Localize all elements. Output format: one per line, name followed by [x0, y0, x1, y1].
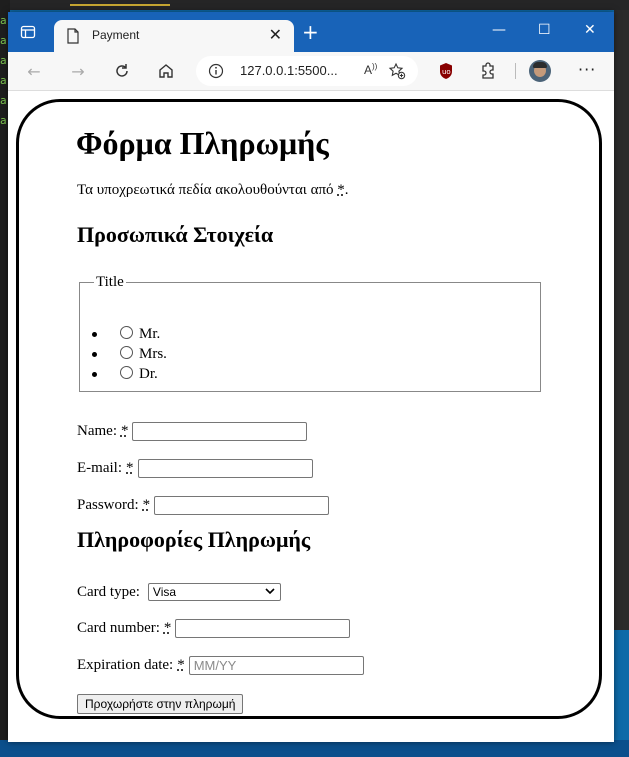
personal-section-heading: Προσωπικά Στοιχεία [77, 222, 274, 247]
card-number-row: Card number: * [77, 619, 351, 638]
name-input[interactable] [132, 422, 308, 441]
page-viewport: Φόρμα Πληρωμής Τα υποχρεωτικά πεδία ακολ… [8, 91, 614, 742]
maximize-icon[interactable]: ☐ [538, 22, 551, 38]
required-mark: * [142, 497, 151, 513]
password-row: Password: * [77, 496, 330, 515]
browser-window: Payment ✕ + — ☐ ✕ ← → 127.0.0.1:5500... … [8, 12, 614, 742]
expiration-label: Expiration date: [77, 657, 174, 673]
required-note: Τα υποχρεωτικά πεδία ακολουθούνται από *… [77, 182, 349, 198]
title-legend: Title [96, 274, 124, 290]
back-icon[interactable]: ← [24, 61, 44, 81]
new-tab-icon[interactable]: + [302, 22, 319, 42]
title-options: Mr. Mrs. Dr. [92, 325, 167, 385]
radio-mrs[interactable] [120, 346, 133, 359]
svg-text:uo: uo [442, 68, 451, 76]
radio-dr[interactable] [120, 366, 133, 379]
title-option-mr: Mr. [92, 325, 167, 345]
password-label: Password: [77, 497, 139, 513]
email-label: E-mail: [77, 460, 122, 476]
refresh-icon[interactable] [112, 61, 132, 81]
required-mark: * [337, 182, 345, 198]
page-title: Φόρμα Πληρωμής [76, 125, 329, 161]
site-info-icon[interactable] [208, 63, 224, 84]
tab-payment[interactable]: Payment ✕ [54, 20, 294, 52]
background-window-edge [614, 10, 629, 630]
email-input[interactable] [137, 459, 313, 478]
payment-section-heading: Πληροφορίες Πληρωμής [77, 527, 311, 552]
name-label: Name: [77, 423, 117, 439]
card-type-row: Card type: Visa [77, 583, 281, 601]
browser-toolbar: ← → 127.0.0.1:5500... A)) uo ··· [8, 52, 614, 91]
page-icon [66, 28, 80, 49]
required-mark: * [163, 620, 172, 636]
tab-actions-icon[interactable] [20, 24, 36, 40]
desktop-background [0, 740, 629, 757]
required-mark: * [120, 423, 129, 439]
tab-title: Payment [92, 28, 140, 42]
password-input[interactable] [154, 496, 330, 515]
card-number-input[interactable] [175, 619, 351, 638]
more-menu-icon[interactable]: ··· [578, 60, 596, 79]
title-option-dr: Dr. [92, 365, 167, 385]
card-number-label: Card number: [77, 620, 160, 636]
read-aloud-icon[interactable]: A)) [364, 62, 377, 77]
minimize-icon[interactable]: — [492, 22, 506, 38]
ublock-icon[interactable]: uo [436, 61, 456, 81]
title-fieldset: Title Mr. Mrs. Dr. [79, 274, 541, 392]
home-icon[interactable] [156, 61, 176, 81]
chevron-down-icon [265, 584, 275, 602]
profile-avatar[interactable] [529, 60, 551, 82]
required-mark: * [126, 460, 134, 476]
expiration-row: Expiration date: * MM/YY [77, 656, 364, 675]
url-text: 127.0.0.1:5500... [240, 63, 338, 78]
card-type-label: Card type: [77, 583, 140, 600]
background-editor-tabbar [10, 0, 629, 10]
address-bar[interactable]: 127.0.0.1:5500... A)) [196, 56, 418, 86]
expiration-input[interactable]: MM/YY [188, 656, 364, 675]
title-option-mrs: Mrs. [92, 345, 167, 365]
forward-icon[interactable]: → [68, 61, 88, 81]
title-bar: Payment ✕ + — ☐ ✕ [8, 12, 614, 52]
required-mark: * [177, 657, 185, 673]
extensions-icon[interactable] [478, 61, 498, 81]
add-favorite-icon[interactable] [388, 62, 406, 85]
card-type-select[interactable]: Visa [147, 583, 281, 602]
close-tab-icon[interactable]: ✕ [269, 27, 282, 43]
toolbar-divider [515, 63, 516, 79]
name-row: Name: * [77, 422, 308, 441]
radio-mr[interactable] [120, 326, 133, 339]
close-window-icon[interactable]: ✕ [584, 22, 596, 38]
submit-payment-button[interactable]: Προχωρήστε στην πληρωμή [77, 694, 244, 714]
email-row: E-mail: * [77, 459, 313, 478]
